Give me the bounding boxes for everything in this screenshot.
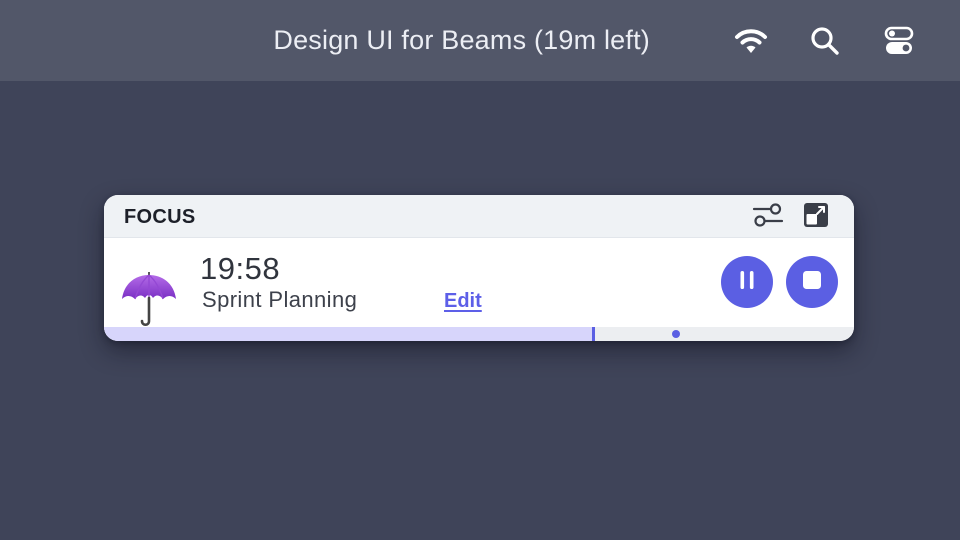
search-icon[interactable] (808, 24, 842, 58)
umbrella-icon (120, 269, 178, 329)
widget-title: FOCUS (124, 206, 196, 228)
task-name: Sprint Planning (202, 287, 358, 312)
expand-button[interactable] (800, 202, 832, 233)
stop-button[interactable] (786, 256, 838, 308)
menu-bar: Design UI for Beams (19m left) (0, 0, 960, 81)
time-remaining: 19:58 (200, 251, 281, 286)
progress-dot[interactable] (671, 330, 680, 338)
progress-track[interactable] (104, 327, 854, 341)
progress-fill (104, 327, 593, 341)
progress-marker[interactable] (591, 327, 595, 341)
focus-widget: FOCUS 19:58 Sprint Planning Edit (104, 195, 854, 341)
stop-icon (802, 270, 822, 295)
settings-button[interactable] (752, 202, 784, 233)
widget-header: FOCUS (104, 195, 854, 238)
edit-link[interactable]: Edit (444, 290, 482, 313)
pause-icon (737, 270, 757, 295)
expand-window-icon (803, 202, 829, 233)
menubar-focus-title[interactable]: Design UI for Beams (19m left) (273, 25, 650, 56)
control-center-icon[interactable] (882, 24, 916, 58)
sliders-icon (752, 202, 784, 233)
wifi-icon[interactable] (734, 24, 768, 58)
pause-button[interactable] (721, 256, 773, 308)
